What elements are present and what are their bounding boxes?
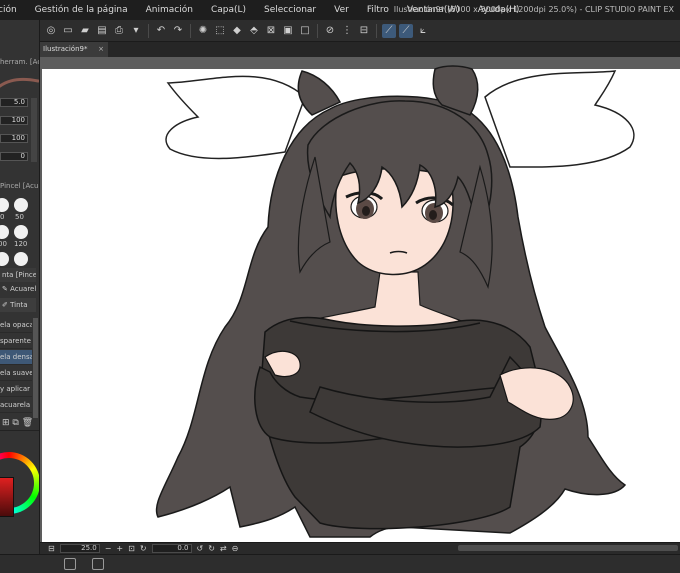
- menu-item-seleccionar[interactable]: Seleccionar: [255, 5, 325, 15]
- new-file-icon[interactable]: ▭: [61, 24, 75, 38]
- color-saturation-square[interactable]: [0, 477, 14, 517]
- brush-size-preset[interactable]: [14, 252, 28, 266]
- chevron-down-icon[interactable]: ▾: [129, 24, 143, 38]
- canvas-area[interactable]: [40, 57, 680, 542]
- stabilization-icon[interactable]: ⟋: [399, 23, 413, 38]
- layer-panel-icon[interactable]: [64, 558, 76, 570]
- menu-item-gestion-pagina[interactable]: Gestión de la página: [26, 5, 137, 15]
- reset-view-icon[interactable]: ⊖: [232, 544, 239, 553]
- brush-list-item[interactable]: ela opaca: [0, 318, 32, 333]
- brush-size-preset[interactable]: [0, 198, 9, 212]
- tool-property-panel: herram. [Acu 5.0 100 100 0 Pincel [Acuar…: [0, 20, 40, 573]
- brush-size-slider[interactable]: 5.0: [0, 98, 28, 107]
- slider-spinners[interactable]: [31, 98, 37, 162]
- special-ruler-snap-icon[interactable]: ⊟: [357, 24, 371, 38]
- zoom-field[interactable]: 25.0: [59, 544, 100, 553]
- brush-size-label: 00: [0, 240, 7, 248]
- pen-icon: ✐: [2, 301, 11, 309]
- vector-line-icon[interactable]: ⟋: [382, 23, 396, 38]
- subtool-tab[interactable]: nta [Pincel]: [0, 268, 36, 282]
- brush-list-item[interactable]: y aplicar: [0, 382, 32, 397]
- undo-icon[interactable]: ↶: [154, 24, 168, 38]
- grid-snap-icon[interactable]: ⋮: [340, 24, 354, 38]
- ink-density-slider[interactable]: 100: [0, 116, 28, 125]
- brush-size-label: 50: [15, 213, 24, 221]
- brush-list-scrollbar[interactable]: [33, 318, 38, 418]
- open-folder-icon[interactable]: ▰: [78, 24, 92, 38]
- subtool-group-watercolor[interactable]: ✎ Acuarela: [0, 282, 36, 296]
- command-toolbar: ◎ ▭ ▰ ▤ ⎙ ▾ ↶ ↷ ✺ ⬚ ◆ ⬘ ⊠ ▣ □ ⊘ ⋮ ⊟ ⟋ ⟋ …: [40, 20, 680, 42]
- brush-size-preset[interactable]: [0, 252, 9, 266]
- panel-divider: [0, 430, 39, 431]
- document-tab-label: Ilustración9*: [43, 45, 88, 53]
- white-wing-right: [484, 70, 635, 168]
- library-panel-icon[interactable]: [92, 558, 104, 570]
- subtool-group-label: Acuarela: [10, 285, 36, 293]
- fit-icon[interactable]: ⊡: [128, 544, 135, 553]
- subtool-group-ink[interactable]: ✐ Tinta: [0, 298, 36, 312]
- clip-studio-icon[interactable]: ◎: [44, 24, 58, 38]
- pupil-left: [362, 206, 370, 216]
- canvas-statusbar: ⊟ 25.0 − + ⊡ ↻ 0.0 ↺ ↻ ⇄ ⊖: [40, 542, 680, 554]
- brush-size-preset[interactable]: [14, 225, 28, 239]
- brush-icon: ✎: [2, 285, 11, 293]
- transform-icon[interactable]: ⬚: [213, 24, 227, 38]
- menu-item-edicion[interactable]: ción: [0, 5, 26, 15]
- brush-size-preset[interactable]: [14, 198, 28, 212]
- opacity-slider[interactable]: 100: [0, 134, 28, 143]
- document-tab[interactable]: Ilustración9* ×: [40, 42, 108, 57]
- window-title: Ilustración9* (6000 x 5000px 1200dpi 25.…: [393, 5, 674, 14]
- rotate-left-icon[interactable]: ↺: [197, 544, 204, 553]
- stabilization-slider[interactable]: 0: [0, 152, 28, 161]
- ruler-snap-icon[interactable]: ⊘: [323, 24, 337, 38]
- clear-selection-icon[interactable]: ✺: [196, 24, 210, 38]
- fill-icon[interactable]: ◆: [230, 24, 244, 38]
- white-wing-left: [165, 75, 306, 160]
- zoom-out-icon[interactable]: −: [105, 544, 112, 553]
- rotate-icon[interactable]: ↻: [140, 544, 147, 553]
- print-icon[interactable]: ⎙: [112, 24, 126, 38]
- menu-item-capa[interactable]: Capa(L): [202, 5, 255, 15]
- brush-list-item[interactable]: sparente: [0, 334, 32, 349]
- brush-stroke-preview: [0, 72, 39, 92]
- invert-selection-icon[interactable]: ▣: [281, 24, 295, 38]
- brush-list-item[interactable]: ela suave: [0, 366, 32, 381]
- anti-alias-icon[interactable]: ⟀: [416, 24, 430, 38]
- close-icon[interactable]: ×: [98, 42, 104, 57]
- convert-icon[interactable]: ⬘: [247, 24, 261, 38]
- brush-list-item[interactable]: acuarela: [0, 398, 32, 413]
- toolbar-divider: [148, 23, 149, 38]
- save-icon[interactable]: ▤: [95, 24, 109, 38]
- menubar: ción Gestión de la página Animación Capa…: [0, 0, 680, 20]
- menu-item-filtro[interactable]: Filtro: [358, 5, 398, 15]
- horizontal-scrollbar[interactable]: [458, 545, 678, 551]
- subtool-group-label: Tinta: [10, 301, 28, 309]
- document-tabbar: Ilustración9* ×: [40, 42, 680, 57]
- menu-item-animacion[interactable]: Animación: [137, 5, 202, 15]
- zoom-in-icon[interactable]: +: [116, 544, 123, 553]
- brush-list-item[interactable]: ela densa: [0, 350, 32, 365]
- brush-size-preset[interactable]: [0, 225, 9, 239]
- brush-size-label: 120: [14, 240, 28, 248]
- brush-size-label: 0: [0, 213, 5, 221]
- rotate-right-icon[interactable]: ↻: [208, 544, 215, 553]
- toolbar-divider: [190, 23, 191, 38]
- selection-stamp-icon[interactable]: □: [298, 24, 312, 38]
- subtool-header: Pincel [Acuarel: [0, 182, 39, 190]
- bottom-bar: [0, 554, 680, 573]
- tool-name-label: herram. [Acu: [0, 58, 39, 66]
- toolbar-divider: [376, 23, 377, 38]
- pupil-right: [429, 210, 437, 220]
- deselect-icon[interactable]: ⊠: [264, 24, 278, 38]
- redo-icon[interactable]: ↷: [171, 24, 185, 38]
- rotation-field[interactable]: 0.0: [151, 544, 192, 553]
- menu-item-ver[interactable]: Ver: [325, 5, 358, 15]
- illustration-artwork: [155, 65, 635, 538]
- subtool-action-icons[interactable]: ⊞ ⧉ 🗑: [2, 418, 33, 428]
- flip-icon[interactable]: ⇄: [220, 544, 227, 553]
- navigator-icon[interactable]: ⊟: [48, 544, 55, 553]
- toolbar-divider: [317, 23, 318, 38]
